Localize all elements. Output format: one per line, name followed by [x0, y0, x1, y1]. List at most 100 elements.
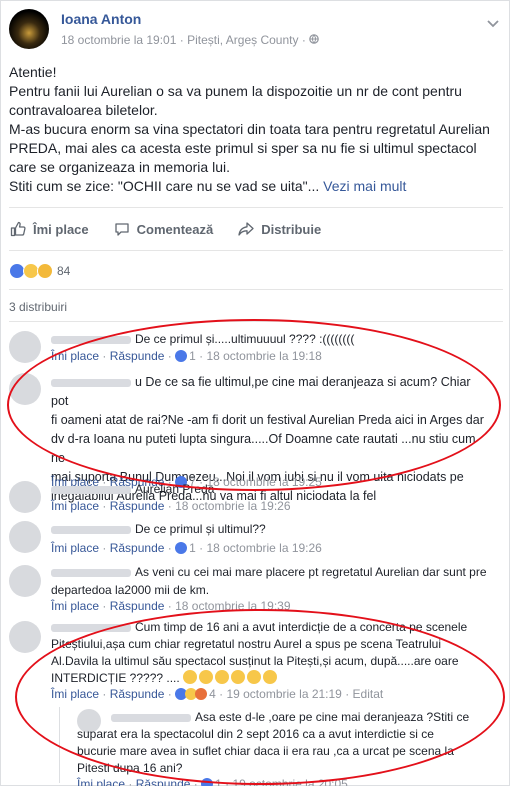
comment-text-cont: suparat era la spectacolul din 2 sept 20…: [77, 726, 497, 777]
commenter-name[interactable]: [51, 525, 131, 534]
post-line: PREDA, mai ales ca acesta este primul si…: [9, 140, 477, 156]
comment-text: As veni cu cei mai mare placere pt regre…: [51, 563, 491, 599]
like-badge-icon: [175, 542, 188, 554]
commenter-name[interactable]: [51, 623, 131, 632]
comment-line: Pitesti dupa 16 ani?: [77, 761, 183, 775]
commenter-avatar[interactable]: [9, 331, 41, 363]
comment-text: De ce primul și.....ultimuuuul ???? :(((…: [51, 331, 354, 347]
comment-like-link[interactable]: Îmi place: [51, 599, 99, 613]
comment-line: Aurelian Preda: [135, 482, 215, 496]
comment-text: Asa este d-le ,oare pe cine mai deranjea…: [111, 709, 491, 726]
comment-line: Al.Davila la ultimul său spectacol susți…: [51, 654, 459, 668]
like-button[interactable]: Îmi place: [9, 220, 89, 238]
comment-date[interactable]: 18 octombrie la 19:26: [175, 499, 290, 513]
comment-date[interactable]: 18 octombrie la 19:39: [175, 599, 290, 613]
commenter-avatar[interactable]: [9, 373, 41, 405]
comment-line: De ce primul și.....ultimuuuul ???? :(((…: [135, 332, 355, 346]
divider: [9, 289, 503, 290]
comment-like-link[interactable]: Îmi place: [51, 687, 99, 701]
comment-reply-link[interactable]: Răspunde: [136, 777, 191, 786]
post-line: Pentru fanii lui Aurelian o sa va punem …: [9, 83, 462, 99]
crying-emoji-icon: [231, 670, 246, 684]
comment-edited[interactable]: Editat: [353, 687, 384, 701]
shares-link[interactable]: 3 distribuiri: [9, 300, 67, 314]
see-more-link[interactable]: Vezi mai mult: [323, 178, 406, 194]
reactions-summary[interactable]: 84: [9, 261, 70, 281]
comment-line: fi oameni atat de rai?Ne -am fi dorit un…: [51, 413, 484, 427]
comment-like-link[interactable]: Îmi place: [51, 499, 99, 513]
post-actions: Îmi place Comentează Distribuie: [9, 214, 503, 244]
post-location[interactable]: Pitești, Argeș County: [187, 33, 298, 47]
comment-date[interactable]: 18 octombrie la 19:26: [206, 541, 321, 555]
post-line: Atentie!: [9, 64, 57, 80]
angry-badge-icon: [195, 688, 208, 700]
comment-date[interactable]: 19 octombrie la 21:19: [226, 687, 341, 701]
crying-emoji-icon: [263, 670, 278, 684]
divider: [9, 250, 503, 251]
comment-reply-link[interactable]: Răspunde: [110, 599, 165, 613]
comment-reply-link[interactable]: Răspunde: [110, 499, 165, 513]
comment-line: As veni cu cei mai mare placere pt regre…: [135, 565, 487, 579]
comment-button[interactable]: Comentează: [113, 220, 214, 238]
commenter-name[interactable]: [111, 713, 191, 722]
comment-reply-link[interactable]: Răspunde: [110, 349, 165, 363]
like-label: Îmi place: [33, 221, 89, 237]
comment-reply-link[interactable]: Răspunde: [110, 541, 165, 555]
comment-line: De ce primul și ultimul??: [135, 522, 266, 536]
comment-like-count[interactable]: 4: [209, 687, 216, 701]
post-line: contravaloarea biletelor.: [9, 102, 158, 118]
commenter-avatar[interactable]: [9, 621, 41, 653]
commenter-avatar[interactable]: [9, 481, 41, 513]
commenter-name[interactable]: [51, 485, 131, 494]
thumbs-up-icon: [9, 220, 27, 238]
share-icon: [237, 220, 255, 238]
comment-like-link[interactable]: Îmi place: [51, 541, 99, 555]
comment-icon: [113, 220, 131, 238]
comment-meta: Îmi place · Răspunde · 4 · 19 octombrie …: [51, 687, 384, 701]
comment-like-link[interactable]: Îmi place: [77, 777, 125, 786]
post-header: Ioana Anton 18 octombrie la 19:01 · Pite…: [9, 9, 503, 53]
commenter-name[interactable]: [51, 568, 131, 577]
divider: [9, 321, 503, 322]
comment-label: Comentează: [136, 221, 214, 237]
post-line-last: Stiti cum se zice: "OCHII care nu se vad…: [9, 177, 503, 196]
comment-date[interactable]: 18 octombrie la 19:18: [206, 349, 321, 363]
comment-like-count[interactable]: 1: [215, 777, 222, 786]
comment-line: INTERDICȚIE ????? ....: [51, 671, 180, 685]
comment-text: De ce primul și ultimul??: [51, 521, 266, 537]
comment-like-count[interactable]: 1: [189, 541, 196, 555]
author-name[interactable]: Ioana Anton: [61, 11, 141, 27]
commenter-name[interactable]: [51, 335, 131, 344]
crying-emoji-icon: [199, 670, 214, 684]
share-label: Distribuie: [261, 221, 322, 237]
wow-reaction-icon: [37, 263, 53, 279]
post-options-icon[interactable]: [487, 15, 499, 31]
comment-like-link[interactable]: Îmi place: [51, 349, 99, 363]
like-badge-icon: [175, 350, 188, 362]
globe-icon: [309, 33, 319, 47]
sad-emoji-icon: [247, 670, 262, 684]
comment-meta: Îmi place · Răspunde · 18 octombrie la 1…: [51, 499, 291, 513]
comment-like-count[interactable]: 1: [189, 349, 196, 363]
comment-text: Cum timp de 16 ani a avut interdicție de…: [51, 619, 491, 687]
post-line: care se organizeaza in memoria lui.: [9, 159, 230, 175]
comment-text: Aurelian Preda: [51, 481, 214, 497]
post-line: M-as bucura enorm sa vina spectatori din…: [9, 121, 490, 137]
share-button[interactable]: Distribuie: [237, 220, 321, 238]
sad-emoji-icon: [215, 670, 230, 684]
comment-reply-link[interactable]: Răspunde: [110, 687, 165, 701]
comment-line: bucurie mare avea in suflet chiar daca i…: [77, 744, 454, 758]
commenter-name[interactable]: [51, 378, 131, 387]
post-meta: 18 octombrie la 19:01 · Pitești, Argeș C…: [61, 33, 319, 47]
comment-line: dv d-ra Ioana nu puteti lupta singura...…: [51, 432, 476, 465]
sad-emoji-icon: [183, 670, 198, 684]
comment-date[interactable]: 19 octombrie la 20:05: [232, 777, 347, 786]
commenter-avatar[interactable]: [9, 521, 41, 553]
comment-date[interactable]: 18 octombrie la 19:25: [206, 475, 321, 489]
comment-meta: Îmi place · Răspunde · 1 · 18 octombrie …: [51, 541, 322, 555]
author-avatar[interactable]: [9, 9, 49, 49]
comment-meta: Îmi place · Răspunde · 18 octombrie la 1…: [51, 599, 291, 613]
post-text: Atentie! Pentru fanii lui Aurelian o sa …: [9, 63, 503, 196]
commenter-avatar[interactable]: [9, 565, 41, 597]
post-date[interactable]: 18 octombrie la 19:01: [61, 33, 176, 47]
